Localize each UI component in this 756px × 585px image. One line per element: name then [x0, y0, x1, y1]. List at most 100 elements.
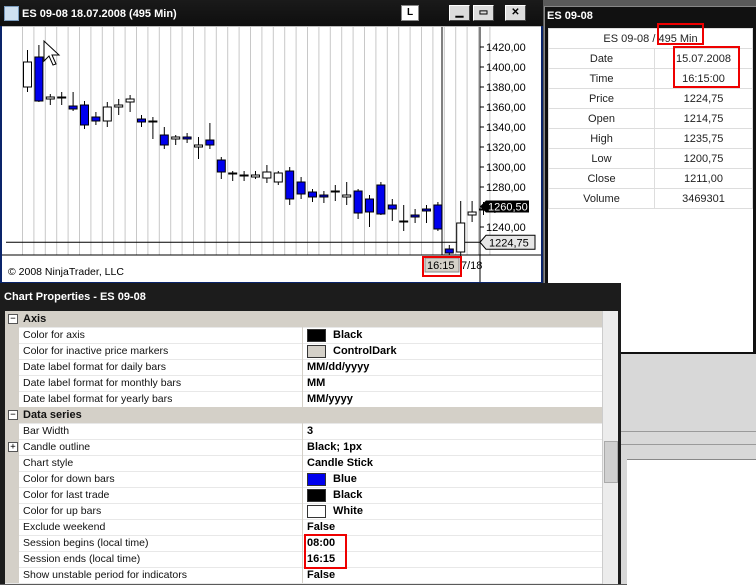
- data-box-value: 1214,75: [654, 108, 753, 129]
- maximize-button[interactable]: ▭: [473, 5, 494, 21]
- chart-title-bar[interactable]: ES 09-08 18.07.2008 (495 Min) L ▁ ▭ ✕: [0, 0, 543, 26]
- row-gutter: [5, 567, 19, 583]
- property-row[interactable]: Bar Width 3: [5, 423, 602, 440]
- color-swatch[interactable]: [307, 489, 326, 502]
- property-value[interactable]: 16:15: [307, 553, 335, 565]
- candle-body: [80, 104, 89, 126]
- data-box-label: Price: [548, 88, 655, 109]
- property-value[interactable]: MM/yyyy: [307, 393, 353, 405]
- property-grid-scrollbar[interactable]: [602, 311, 618, 584]
- property-value[interactable]: Black: [333, 489, 362, 501]
- data-box-value: 1211,00: [654, 168, 753, 189]
- property-row[interactable]: Exclude weekend False: [5, 519, 602, 536]
- candle-body: [216, 159, 226, 173]
- candle-body: [239, 174, 249, 177]
- property-row[interactable]: Session ends (local time) 16:15: [5, 551, 602, 568]
- data-box-instrument: ES 09-08 /: [603, 32, 659, 45]
- property-row[interactable]: Chart style Candle Stick: [5, 455, 602, 472]
- price-tick-label: 1240,00: [486, 222, 526, 234]
- chart-window: ES 09-08 18.07.2008 (495 Min) L ▁ ▭ ✕ 14…: [0, 0, 543, 283]
- candle-body: [57, 96, 67, 99]
- candle-body: [285, 170, 295, 200]
- property-value[interactable]: Blue: [333, 473, 357, 485]
- property-name: Color for last trade: [23, 489, 110, 501]
- property-name: Date label format for yearly bars: [23, 393, 173, 405]
- property-name: Session begins (local time): [23, 537, 149, 549]
- property-value[interactable]: MM/dd/yyyy: [307, 361, 369, 373]
- property-value[interactable]: Candle Stick: [307, 457, 373, 469]
- candle-body: [296, 181, 306, 195]
- property-grid[interactable]: − Axis Color for axis Black Color for inacti…: [5, 311, 602, 584]
- property-row[interactable]: Date label format for monthly bars MM: [5, 375, 602, 392]
- candle-body: [194, 144, 203, 148]
- candle-body: [330, 190, 340, 193]
- candle-body: [433, 204, 443, 230]
- property-value[interactable]: Black; 1px: [307, 441, 362, 453]
- column-divider: [302, 487, 303, 503]
- data-box-value: 3469301: [654, 188, 753, 209]
- property-name: Candle outline: [23, 441, 91, 453]
- row-gutter: [5, 327, 19, 343]
- property-name: Exclude weekend: [23, 521, 106, 533]
- property-row[interactable]: Color for last trade Black: [5, 487, 602, 504]
- property-row[interactable]: Color for down bars Blue: [5, 471, 602, 488]
- color-swatch[interactable]: [307, 345, 326, 358]
- color-swatch[interactable]: [307, 329, 326, 342]
- data-box-value: 1235,75: [654, 128, 753, 149]
- background-window: [621, 354, 756, 585]
- property-value[interactable]: 08:00: [307, 537, 335, 549]
- property-row[interactable]: Color for inactive price markers ControlD…: [5, 343, 602, 360]
- data-box-value: 1224,75: [654, 88, 753, 109]
- property-row[interactable]: Color for up bars White: [5, 503, 602, 520]
- property-row[interactable]: + Candle outline Black; 1px: [5, 439, 602, 456]
- candle-body: [410, 214, 420, 218]
- property-value[interactable]: False: [307, 521, 335, 533]
- collapse-icon[interactable]: −: [8, 410, 18, 420]
- data-box-title: ES 09-08: [547, 10, 593, 22]
- chart-window-title: ES 09-08 18.07.2008 (495 Min): [22, 8, 177, 20]
- color-swatch[interactable]: [307, 505, 326, 518]
- column-divider: [302, 471, 303, 487]
- candle-body: [125, 98, 135, 103]
- property-value[interactable]: False: [307, 569, 335, 581]
- property-row[interactable]: Session begins (local time) 08:00: [5, 535, 602, 552]
- legend-toggle-button[interactable]: L: [401, 5, 419, 21]
- close-button[interactable]: ✕: [505, 5, 526, 21]
- candle-body: [387, 204, 397, 210]
- row-gutter: [5, 535, 19, 551]
- candle-body: [182, 136, 192, 140]
- minimize-button[interactable]: ▁: [449, 5, 470, 21]
- candle-body: [137, 118, 146, 123]
- crosshair-time-label: 16:15: [427, 260, 455, 272]
- price-tick-label: 1380,00: [486, 82, 526, 94]
- property-value[interactable]: ControlDark: [333, 345, 397, 357]
- property-value[interactable]: MM: [307, 377, 325, 389]
- data-box-label: Date: [548, 48, 655, 69]
- property-category[interactable]: − Axis: [5, 311, 602, 328]
- scrollbar-thumb[interactable]: [604, 441, 618, 483]
- price-tick-label: 1300,00: [486, 162, 526, 174]
- expand-icon[interactable]: +: [8, 442, 18, 452]
- crosshair-price-label: 1224,75: [489, 237, 529, 249]
- candle-body: [34, 56, 44, 102]
- property-category[interactable]: − Data series: [5, 407, 602, 424]
- candle-body: [308, 191, 317, 198]
- price-tick-label: 1320,00: [486, 142, 526, 154]
- property-value[interactable]: 3: [307, 425, 313, 437]
- divider: [621, 444, 756, 445]
- collapse-icon[interactable]: −: [8, 314, 18, 324]
- candle-body: [114, 104, 124, 108]
- property-row[interactable]: Show unstable period for indicators False: [5, 567, 602, 584]
- column-divider: [302, 359, 303, 375]
- date-tick-label: 7/18: [461, 260, 482, 272]
- property-row[interactable]: Date label format for yearly bars MM/yyyy: [5, 391, 602, 408]
- property-row[interactable]: Date label format for daily bars MM/dd/yy…: [5, 359, 602, 376]
- property-row[interactable]: Color for axis Black: [5, 327, 602, 344]
- color-swatch[interactable]: [307, 473, 326, 486]
- candlestick-chart[interactable]: 1420,00 1400,00 1380,00 1360,00 1340,00 1320,…: [2, 27, 541, 282]
- property-value[interactable]: White: [333, 505, 363, 517]
- chart-plot-area[interactable]: 1420,00 1400,00 1380,00 1360,00 1340,00 1320,…: [2, 26, 541, 282]
- data-box-value: 15.07.2008: [654, 48, 753, 69]
- chart-copyright: © 2008 NinjaTrader, LLC: [8, 266, 124, 278]
- property-value[interactable]: Black: [333, 329, 362, 341]
